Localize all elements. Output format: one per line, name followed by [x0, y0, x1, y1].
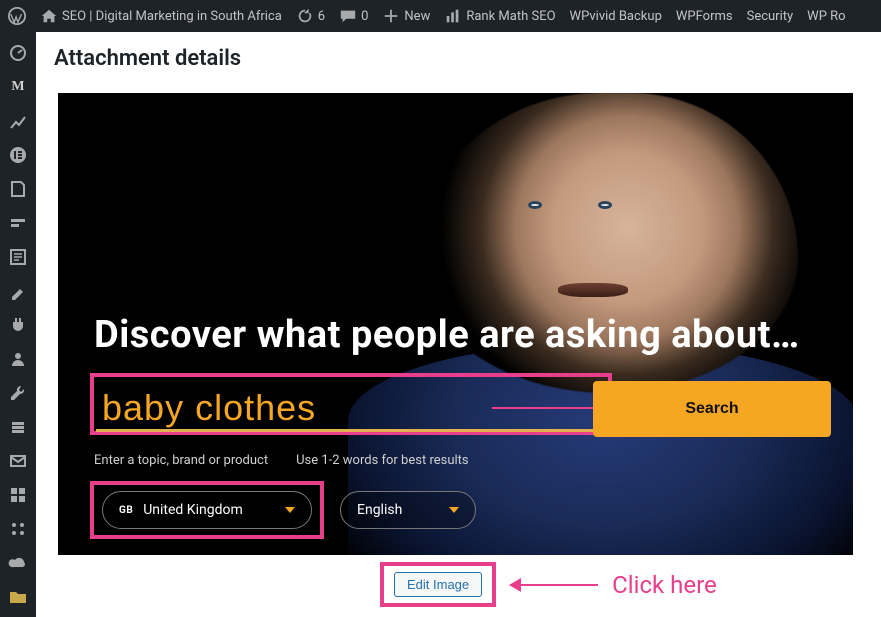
rail-plugins[interactable] — [0, 308, 36, 342]
region-select[interactable]: GB United Kingdom — [102, 491, 312, 529]
rail-misc1[interactable] — [0, 478, 36, 512]
hero-headline: Discover what people are asking about… — [94, 313, 800, 357]
search-underline — [96, 429, 611, 432]
refresh-icon — [296, 7, 314, 25]
rankmath-label: Rank Math SEO — [466, 9, 555, 24]
plus-icon — [382, 7, 400, 25]
panel-body: Discover what people are asking about… S… — [36, 85, 881, 573]
m-label: M — [11, 79, 24, 95]
language-select[interactable]: English — [340, 491, 476, 529]
new-item[interactable]: New — [382, 7, 430, 25]
hint-left: Enter a topic, brand or product — [94, 453, 268, 468]
wprocket-label: WP Ro — [807, 9, 845, 24]
wp-admin-bar: SEO | Digital Marketing in South Africa … — [0, 0, 881, 32]
wprocket-item[interactable]: WP Ro — [807, 9, 845, 24]
comments-count: 0 — [361, 9, 368, 24]
rail-dashboard[interactable] — [0, 36, 36, 70]
rail-essential[interactable] — [0, 206, 36, 240]
rail-elementor[interactable] — [0, 138, 36, 172]
chevron-down-icon — [449, 507, 459, 513]
home-icon — [40, 7, 58, 25]
edit-image-callout: Edit Image Click here — [380, 562, 717, 607]
rail-forms[interactable] — [0, 240, 36, 274]
arrow-right-icon — [492, 407, 604, 409]
security-item[interactable]: Security — [747, 9, 794, 24]
updates-count: 6 — [318, 9, 325, 24]
attachment-image: Discover what people are asking about… S… — [58, 93, 853, 555]
security-label: Security — [747, 9, 794, 24]
search-button[interactable]: Search — [593, 381, 831, 437]
wpvivid-item[interactable]: WPvivid Backup — [570, 9, 662, 24]
rail-misc2[interactable] — [0, 512, 36, 546]
hero-content: Discover what people are asking about… S… — [58, 93, 853, 555]
hint-right: Use 1-2 words for best results — [296, 453, 469, 468]
bar-chart-icon — [444, 7, 462, 25]
search-hints: Enter a topic, brand or product Use 1-2 … — [94, 453, 469, 468]
rail-tools[interactable] — [0, 376, 36, 410]
rankmath-item[interactable]: Rank Math SEO — [444, 7, 555, 25]
updates-item[interactable]: 6 — [296, 7, 325, 25]
comments-item[interactable]: 0 — [339, 7, 368, 25]
wp-admin-rail: M — [0, 32, 36, 617]
rail-users[interactable] — [0, 342, 36, 376]
edit-image-highlight: Edit Image — [380, 562, 496, 607]
wpforms-label: WPForms — [676, 9, 733, 24]
comment-icon — [339, 7, 357, 25]
rail-folder[interactable] — [0, 580, 36, 614]
panel-title: Attachment details — [36, 32, 881, 85]
rail-templates[interactable] — [0, 172, 36, 206]
chevron-down-icon — [285, 507, 295, 513]
language-name: English — [357, 502, 402, 518]
region-code: GB — [119, 505, 133, 516]
rail-analytics[interactable] — [0, 104, 36, 138]
arrow-left-icon — [510, 584, 598, 586]
region-highlight: GB United Kingdom — [90, 481, 324, 539]
wpforms-item[interactable]: WPForms — [676, 9, 733, 24]
rail-appearance[interactable] — [0, 274, 36, 308]
edit-image-button[interactable]: Edit Image — [394, 572, 482, 597]
rail-m-item[interactable]: M — [0, 70, 36, 104]
click-here-label: Click here — [612, 571, 717, 599]
rail-cloud[interactable] — [0, 546, 36, 580]
wp-logo[interactable] — [8, 7, 26, 25]
rail-settings[interactable] — [0, 410, 36, 444]
wpvivid-label: WPvivid Backup — [570, 9, 662, 24]
wordpress-icon — [8, 7, 26, 25]
site-title: SEO | Digital Marketing in South Africa — [62, 9, 282, 24]
rail-mail[interactable] — [0, 444, 36, 478]
site-link[interactable]: SEO | Digital Marketing in South Africa — [40, 7, 282, 25]
new-label: New — [404, 9, 430, 24]
attachment-panel: Attachment details Discover what people … — [36, 32, 881, 617]
search-field-highlight — [90, 373, 612, 435]
region-name: United Kingdom — [143, 502, 243, 518]
